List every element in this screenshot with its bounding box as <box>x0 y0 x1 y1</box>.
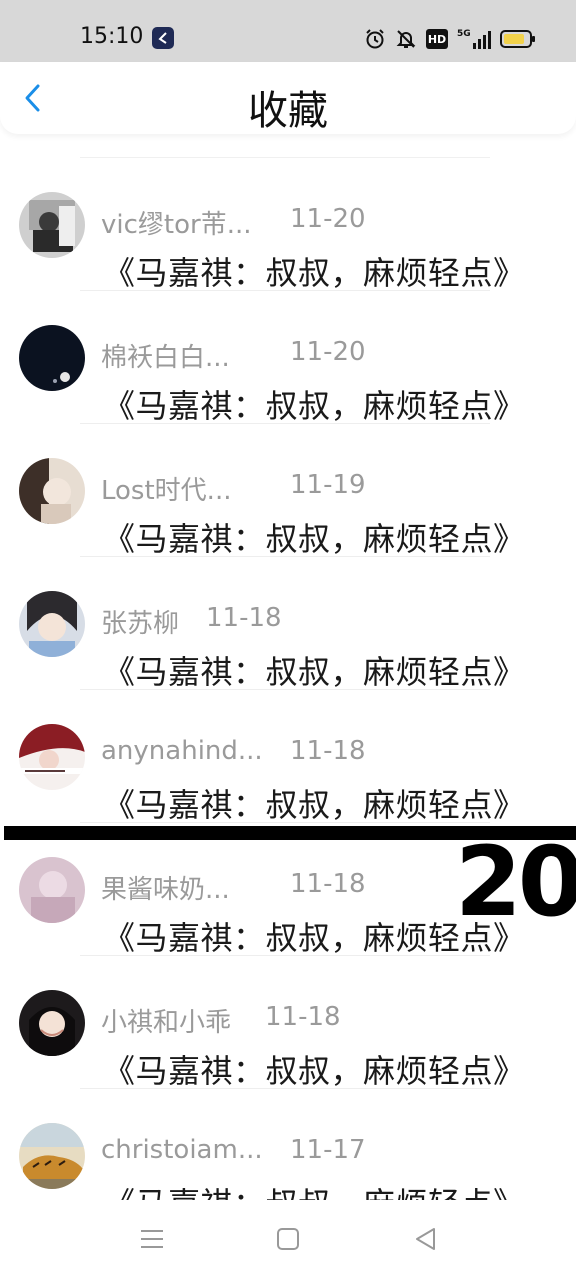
avatar[interactable] <box>19 325 85 391</box>
app-icon <box>152 27 174 49</box>
avatar[interactable] <box>19 458 85 524</box>
avatar[interactable] <box>19 1123 85 1189</box>
date: 11-18 <box>206 603 282 633</box>
user-name[interactable]: 张苏柳 <box>101 603 179 640</box>
favorite-item[interactable]: vic缪tor芾... 11-20 《马嘉祺：叔叔，麻烦轻点》 <box>0 158 576 294</box>
home-square-icon[interactable] <box>275 1226 301 1252</box>
user-name[interactable]: 果酱味奶... <box>101 869 230 906</box>
date: 11-19 <box>290 470 366 500</box>
page-title: 收藏 <box>248 88 328 134</box>
favorite-item[interactable]: 张苏柳 11-18 《马嘉祺：叔叔，麻烦轻点》 <box>0 557 576 693</box>
date: 11-18 <box>290 869 366 899</box>
date: 11-20 <box>290 337 366 367</box>
alarm-icon <box>364 28 386 50</box>
menu-button[interactable] <box>137 1224 167 1254</box>
favorite-title[interactable]: 《马嘉祺：叔叔，麻烦轻点》 <box>103 381 526 427</box>
avatar[interactable] <box>19 591 85 657</box>
date: 11-18 <box>265 1002 341 1032</box>
user-name[interactable]: 棉袄白白... <box>101 337 230 374</box>
status-icons: HD 5G <box>364 26 536 52</box>
user-name[interactable]: christoiam... <box>101 1135 263 1165</box>
favorite-title[interactable]: 《马嘉祺：叔叔，麻烦轻点》 <box>103 248 526 294</box>
favorite-title[interactable]: 《马嘉祺：叔叔，麻烦轻点》 <box>103 647 526 693</box>
mute-bell-icon <box>395 28 417 50</box>
back-triangle-icon[interactable] <box>412 1226 438 1252</box>
favorite-title[interactable]: 《马嘉祺：叔叔，麻烦轻点》 <box>103 1046 526 1092</box>
system-nav-bar <box>0 1200 576 1280</box>
home-button[interactable] <box>273 1224 303 1254</box>
favorite-item[interactable]: Lost时代... 11-19 《马嘉祺：叔叔，麻烦轻点》 <box>0 424 576 560</box>
status-bar: 15:10 HD 5G <box>0 0 576 62</box>
user-name[interactable]: anynahind... <box>101 736 263 766</box>
favorite-item[interactable]: 棉袄白白... 11-20 《马嘉祺：叔叔，麻烦轻点》 <box>0 291 576 427</box>
status-time: 15:10 <box>80 24 144 49</box>
avatar[interactable] <box>19 192 85 258</box>
back-nav-button[interactable] <box>410 1224 440 1254</box>
user-name[interactable]: Lost时代... <box>101 470 231 507</box>
date: 11-18 <box>290 736 366 766</box>
date: 11-17 <box>290 1135 366 1165</box>
avatar[interactable] <box>19 857 85 923</box>
favorite-item[interactable]: anynahind... 11-18 《马嘉祺：叔叔，麻烦轻点》 <box>0 690 576 826</box>
network-label: 5G <box>457 29 471 39</box>
avatar[interactable] <box>19 990 85 1056</box>
user-name[interactable]: vic缪tor芾... <box>101 204 252 241</box>
user-name[interactable]: 小祺和小乖 <box>101 1002 231 1039</box>
overlay-number: 20 <box>455 826 576 938</box>
header: 收藏 <box>0 62 576 134</box>
signal-5g-icon: 5G <box>457 27 491 51</box>
date: 11-20 <box>290 204 366 234</box>
favorite-item[interactable]: 小祺和小乖 11-18 《马嘉祺：叔叔，麻烦轻点》 <box>0 956 576 1092</box>
battery-icon <box>500 29 536 49</box>
hd-icon: HD <box>426 29 448 49</box>
favorite-title[interactable]: 《马嘉祺：叔叔，麻烦轻点》 <box>103 780 526 826</box>
avatar[interactable] <box>19 724 85 790</box>
favorite-title[interactable]: 《马嘉祺：叔叔，麻烦轻点》 <box>103 514 526 560</box>
menu-icon[interactable] <box>139 1227 165 1251</box>
